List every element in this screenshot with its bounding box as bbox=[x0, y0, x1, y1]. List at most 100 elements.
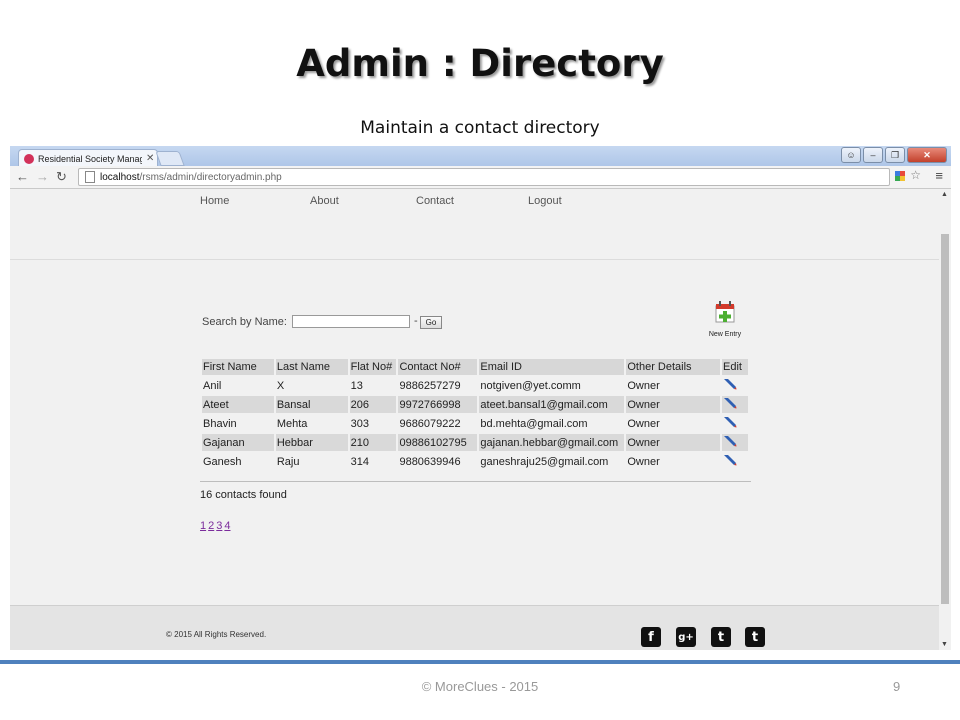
slide-page-number: 9 bbox=[893, 679, 901, 694]
extension-icon[interactable] bbox=[895, 171, 905, 181]
page-link-1[interactable]: 1 bbox=[200, 520, 206, 532]
table-cell: Owner bbox=[626, 434, 720, 451]
table-cell: Anil bbox=[203, 379, 222, 392]
table-cell-edit bbox=[721, 396, 748, 413]
new-tab-button[interactable] bbox=[155, 151, 185, 166]
twitter-icon[interactable]: t bbox=[711, 627, 731, 647]
table-cell: Mehta bbox=[276, 417, 308, 430]
col-edit: Edit bbox=[721, 359, 748, 375]
nav-logout-link[interactable]: Logout bbox=[528, 195, 562, 207]
table-cell: Owner bbox=[627, 455, 660, 468]
edit-pencil-icon[interactable] bbox=[723, 397, 737, 412]
col-flat-no: Flat No# bbox=[349, 359, 397, 375]
bookmark-star-icon[interactable]: ☆ bbox=[910, 168, 921, 182]
table-row: Ganesh Raju 314 9880639946 ganeshraju25@gmai… bbox=[202, 453, 748, 470]
tumblr-icon[interactable]: t bbox=[745, 627, 765, 647]
table-cell: bd.mehta@gmail.com bbox=[480, 417, 588, 430]
edit-pencil-icon[interactable] bbox=[723, 378, 737, 393]
table-cell: Owner bbox=[627, 379, 660, 392]
site-footer: © 2015 All Rights Reserved. f g+ t t bbox=[10, 605, 939, 650]
table-cell: 09886102795 bbox=[398, 434, 478, 451]
table-cell-edit bbox=[722, 415, 748, 432]
slide-footer: © MoreClues - 2015 bbox=[421, 679, 539, 694]
pagination: 1234 bbox=[200, 520, 233, 532]
browser-tab[interactable]: Residential Society Manag ✕ bbox=[18, 149, 158, 167]
scroll-down-icon[interactable]: ▼ bbox=[941, 641, 948, 648]
close-window-icon[interactable]: ✕ bbox=[907, 147, 947, 163]
table-row: Ateet Bansal 206 9972766998 ateet.bansal1@gm… bbox=[202, 396, 748, 413]
table-cell: Owner bbox=[626, 396, 720, 413]
close-tab-icon[interactable]: ✕ bbox=[146, 153, 154, 164]
vertical-scrollbar[interactable]: ▲ ▼ bbox=[939, 189, 951, 650]
table-cell: ateet.bansal1@gmail.com bbox=[479, 396, 625, 413]
table-row: Anil X 13 9886257279 notgiven@yet.comm Owner bbox=[202, 377, 748, 394]
edit-pencil-icon[interactable] bbox=[723, 435, 737, 450]
table-cell: 9880639946 bbox=[399, 455, 461, 468]
facebook-icon[interactable]: f bbox=[641, 627, 661, 647]
url-host: localhost bbox=[100, 171, 140, 183]
header-divider bbox=[10, 259, 939, 260]
slide-subtitle: Maintain a contact directory bbox=[360, 118, 600, 138]
col-contact-no: Contact No# bbox=[398, 359, 478, 375]
directory-table: First Name Last Name Flat No# Contact No… bbox=[200, 357, 750, 472]
col-last-name: Last Name bbox=[275, 359, 348, 375]
page-viewport: Home About Contact Logout Search by Name… bbox=[10, 189, 939, 650]
search-label: Search by Name: bbox=[202, 316, 287, 328]
table-cell: Gajanan bbox=[202, 434, 274, 451]
tab-title: Residential Society Manag bbox=[38, 153, 142, 164]
table-cell: 314 bbox=[350, 455, 369, 468]
table-cell: 9686079222 bbox=[399, 417, 461, 430]
table-cell-edit bbox=[721, 434, 748, 451]
menu-icon[interactable]: ≡ bbox=[935, 168, 943, 183]
slide-footer-rule bbox=[0, 660, 960, 664]
contacts-count: 16 contacts found bbox=[200, 489, 287, 501]
nav-home-link[interactable]: Home bbox=[200, 195, 229, 207]
edit-pencil-icon[interactable] bbox=[723, 416, 737, 431]
col-first-name: First Name bbox=[202, 359, 274, 375]
search-name-input[interactable] bbox=[292, 315, 410, 328]
back-arrow-icon[interactable]: ← bbox=[16, 169, 29, 184]
page-link-4[interactable]: 4 bbox=[224, 520, 230, 532]
table-row: Bhavin Mehta 303 9686079222 bd.mehta@gmail.c… bbox=[202, 415, 748, 432]
address-bar[interactable]: localhost/rsms/admin/directoryadmin.php bbox=[78, 168, 890, 186]
new-entry-button[interactable]: New Entry bbox=[704, 300, 746, 342]
calendar-add-icon bbox=[715, 301, 735, 323]
table-cell-edit bbox=[722, 377, 748, 394]
table-cell: 303 bbox=[350, 417, 369, 430]
new-entry-label: New Entry bbox=[708, 331, 742, 338]
site-nav: Home About Contact Logout bbox=[10, 189, 939, 215]
go-button[interactable]: Go bbox=[420, 316, 442, 329]
table-cell: 206 bbox=[349, 396, 397, 413]
edit-pencil-icon[interactable] bbox=[723, 454, 737, 469]
page-link-2[interactable]: 2 bbox=[208, 520, 214, 532]
table-cell: 13 bbox=[350, 379, 363, 392]
page-icon bbox=[85, 171, 95, 183]
profile-icon[interactable]: ☺ bbox=[841, 147, 861, 163]
search-separator: - bbox=[414, 315, 418, 327]
forward-arrow-icon[interactable]: → bbox=[36, 169, 49, 184]
table-bottom-rule bbox=[200, 481, 751, 482]
reload-icon[interactable]: ↻ bbox=[56, 169, 67, 185]
scroll-up-icon[interactable]: ▲ bbox=[941, 191, 948, 198]
slide-title: Admin : Directory bbox=[296, 42, 664, 85]
page-link-3[interactable]: 3 bbox=[216, 520, 222, 532]
table-cell: Owner bbox=[627, 417, 660, 430]
scrollbar-thumb[interactable] bbox=[941, 234, 949, 604]
table-cell: Ganesh bbox=[203, 455, 242, 468]
table-row: Gajanan Hebbar 210 09886102795 gajanan.hebba… bbox=[202, 434, 748, 451]
nav-about-link[interactable]: About bbox=[310, 195, 339, 207]
minimize-icon[interactable]: – bbox=[863, 147, 883, 163]
table-cell: Raju bbox=[276, 455, 300, 468]
col-email: Email ID bbox=[479, 359, 625, 375]
tab-bar: Residential Society Manag ✕ ☺ – ❐ ✕ bbox=[10, 146, 951, 167]
table-cell: Bhavin bbox=[203, 417, 237, 430]
restore-icon[interactable]: ❐ bbox=[885, 147, 905, 163]
browser-window: Residential Society Manag ✕ ☺ – ❐ ✕ ← → … bbox=[10, 146, 951, 650]
nav-contact-link[interactable]: Contact bbox=[416, 195, 454, 207]
table-cell: Hebbar bbox=[275, 434, 348, 451]
table-cell: Ateet bbox=[202, 396, 274, 413]
url-path: /rsms/admin/directoryadmin.php bbox=[139, 171, 282, 183]
browser-toolbar: ← → ↻ localhost/rsms/admin/directoryadmi… bbox=[10, 166, 951, 189]
google-plus-icon[interactable]: g+ bbox=[676, 627, 696, 647]
table-cell: gajanan.hebbar@gmail.com bbox=[479, 434, 625, 451]
